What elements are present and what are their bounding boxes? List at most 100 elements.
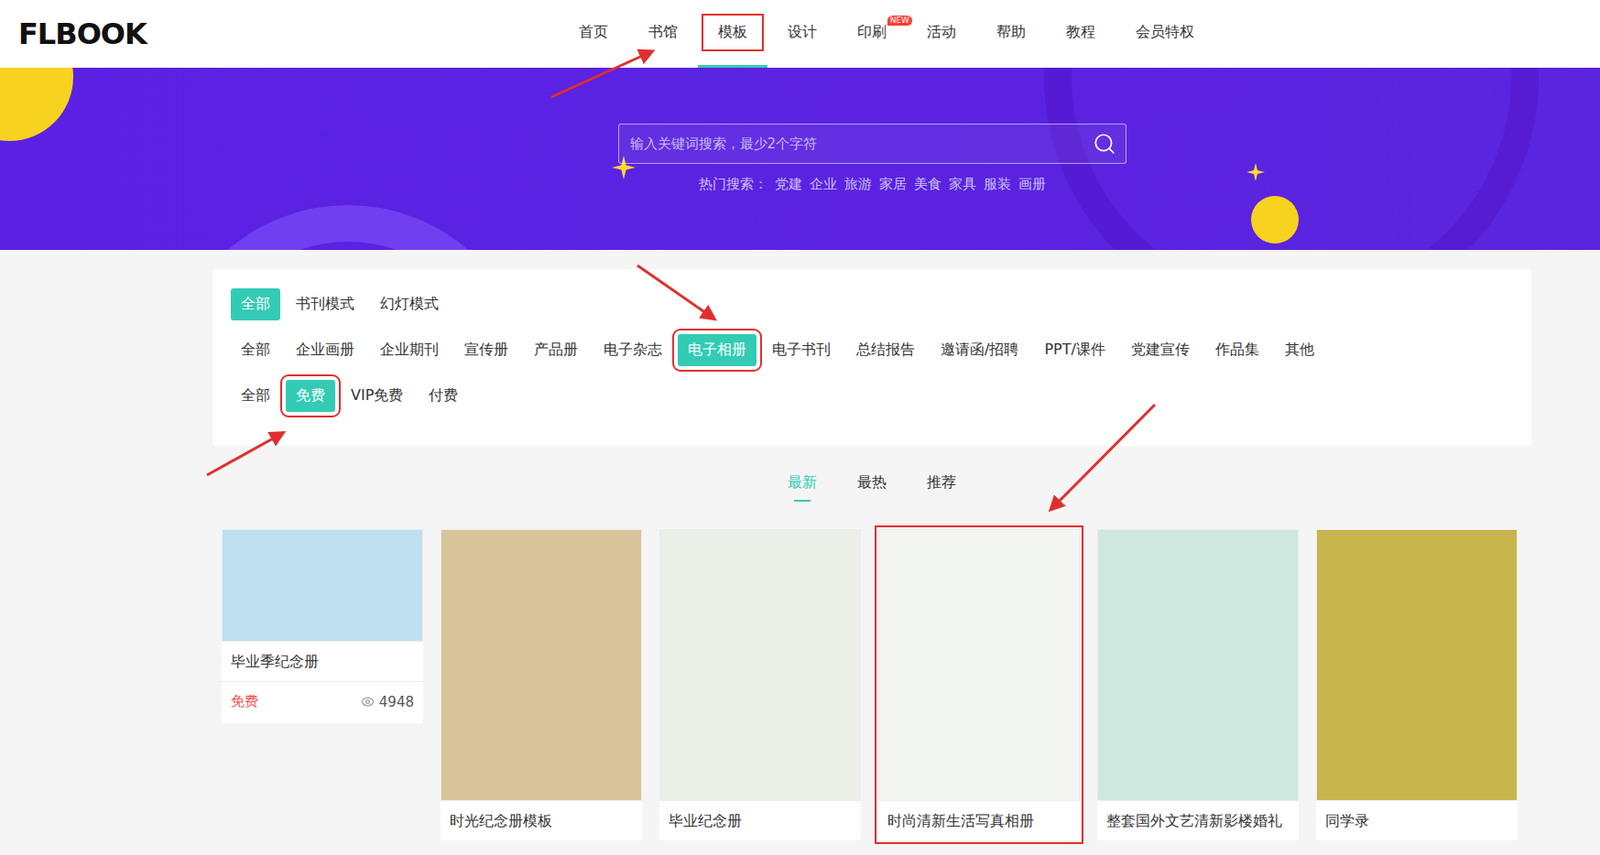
hot-search-link[interactable]: 家居 <box>879 175 907 194</box>
search-icon[interactable] <box>1092 131 1117 156</box>
arrow-icon <box>637 265 713 318</box>
filter-row: 全部免费VIP免费付费 <box>230 374 1513 417</box>
nav-label: 模板 <box>703 15 762 50</box>
hot-search-link[interactable]: 企业 <box>809 175 838 194</box>
template-card[interactable]: 时光纪念册模板 <box>440 529 643 841</box>
nav-label: 首页 <box>564 15 623 50</box>
filter-option[interactable]: 幻灯模式 <box>370 288 449 321</box>
template-title: 时光纪念册模板 <box>440 801 643 841</box>
filter-option[interactable]: 宣传册 <box>454 334 519 367</box>
template-footer: 免费 4948 <box>221 681 424 724</box>
filter-option[interactable]: 党建宣传 <box>1121 334 1200 367</box>
filter-option[interactable]: 付费 <box>418 380 469 413</box>
nav-label: 教程 <box>1051 15 1111 50</box>
arrow-icon <box>1052 404 1155 509</box>
filter-option[interactable]: 免费 <box>285 380 336 413</box>
filter-option[interactable]: 邀请函/招聘 <box>930 334 1029 367</box>
template-card[interactable]: 毕业纪念册 <box>659 529 861 841</box>
template-cover <box>440 529 643 802</box>
filter-option[interactable]: 电子相册 <box>677 334 757 367</box>
nav-item[interactable]: 设计 <box>767 0 838 68</box>
filter-panel: 全部书刊模式幻灯模式全部企业画册企业期刊宣传册产品册电子杂志电子相册电子书刊总结… <box>212 269 1532 447</box>
new-badge: NEW <box>887 15 913 26</box>
page: FLBOOK 首页书馆模板设计印刷NEW 活动帮助教程会员特权热门搜索： 党建企业旅游… <box>0 0 1600 855</box>
sort-tab[interactable]: 推荐 <box>926 473 957 502</box>
filter-option[interactable]: 企业期刊 <box>370 334 449 367</box>
hot-search-link[interactable]: 家具 <box>948 175 977 194</box>
yellow-blob-decoration <box>1251 195 1299 244</box>
template-title: 毕业纪念册 <box>659 801 861 841</box>
filter-option[interactable]: 产品册 <box>523 334 588 367</box>
price-label: 免费 <box>230 693 259 711</box>
banner-content: 热门搜索： 党建企业旅游家居美食家具服装画册 <box>212 67 1532 194</box>
filter-option[interactable]: VIP免费 <box>340 380 414 413</box>
search-input[interactable] <box>628 134 1093 153</box>
nav-item[interactable]: 教程 <box>1045 0 1116 68</box>
filter-option[interactable]: 作品集 <box>1205 334 1270 367</box>
arrow-icon <box>551 52 651 98</box>
template-list: 毕业季纪念册免费 4948 时光纪念册模板毕业纪念册时尚清新生活写真相册整套国外文艺… <box>212 529 1532 841</box>
template-title: 毕业季纪念册 <box>221 642 424 682</box>
arrow-icon <box>206 434 282 476</box>
main-nav: 首页书馆模板设计印刷NEW 活动帮助教程会员特权 <box>558 0 1215 68</box>
hot-search-link[interactable]: 美食 <box>914 175 942 194</box>
header: FLBOOK 首页书馆模板设计印刷NEW 活动帮助教程会员特权 <box>0 0 1600 68</box>
template-card[interactable]: 同学录 <box>1316 529 1518 841</box>
filter-option[interactable]: 书刊模式 <box>285 288 365 321</box>
template-title: 整套国外文艺清新影楼婚礼 <box>1097 801 1299 841</box>
view-count: 4948 <box>360 694 414 711</box>
nav-item[interactable]: 活动 <box>906 0 977 68</box>
hot-search-link[interactable]: 旅游 <box>844 175 872 194</box>
hot-search: 热门搜索： 党建企业旅游家居美食家具服装画册 <box>698 175 1046 194</box>
filter-option[interactable]: 其他 <box>1274 334 1325 367</box>
nav-item[interactable]: 会员特权 <box>1115 0 1215 68</box>
template-title: 时尚清新生活写真相册 <box>878 801 1080 841</box>
filter-option[interactable]: PPT/课件 <box>1034 334 1115 367</box>
nav-item[interactable]: 帮助 <box>976 0 1046 68</box>
nav-item[interactable]: 书馆 <box>628 0 698 68</box>
filter-row: 全部书刊模式幻灯模式 <box>230 282 1513 326</box>
template-cover <box>1097 529 1299 802</box>
sort-tab[interactable]: 最新 <box>787 473 817 502</box>
main: 全部书刊模式幻灯模式全部企业画册企业期刊宣传册产品册电子杂志电子相册电子书刊总结… <box>212 269 1532 841</box>
sort-tabs: 最新 最热 推荐 <box>212 473 1532 502</box>
filter-option[interactable]: 企业画册 <box>285 334 365 367</box>
sort-tab[interactable]: 最热 <box>857 473 887 502</box>
filter-option[interactable]: 电子杂志 <box>593 334 673 367</box>
template-card[interactable]: 时尚清新生活写真相册 <box>878 529 1080 841</box>
nav-item[interactable]: 印刷NEW <box>837 0 907 68</box>
template-title: 同学录 <box>1316 801 1518 841</box>
nav-label: 活动 <box>912 15 971 50</box>
nav-label: 印刷NEW <box>842 15 902 50</box>
nav-item[interactable]: 模板 <box>697 0 768 68</box>
template-cover <box>221 529 424 643</box>
hot-search-label: 热门搜索： <box>698 175 768 194</box>
nav-label: 会员特权 <box>1121 15 1209 50</box>
template-card[interactable]: 毕业季纪念册免费 4948 <box>221 529 424 724</box>
search-box <box>618 123 1127 164</box>
annotation-arrows <box>0 0 1600 855</box>
filter-option[interactable]: 全部 <box>230 334 281 367</box>
filter-option[interactable]: 总结报告 <box>846 334 926 367</box>
filter-option[interactable]: 全部 <box>230 380 281 413</box>
nav-item[interactable]: 首页 <box>558 0 629 68</box>
banner: 热门搜索： 党建企业旅游家居美食家具服装画册 <box>0 67 1600 251</box>
sparkle-icon <box>1246 163 1265 182</box>
hot-search-link[interactable]: 党建 <box>774 175 803 194</box>
logo[interactable]: FLBOOK <box>18 16 147 52</box>
nav-label: 设计 <box>772 15 832 50</box>
nav-label: 书馆 <box>633 15 693 50</box>
filter-option[interactable]: 全部 <box>230 288 281 321</box>
nav-label: 帮助 <box>981 15 1041 50</box>
hot-search-link[interactable]: 服装 <box>983 175 1012 194</box>
template-cover <box>1316 529 1518 802</box>
yellow-circle-decoration <box>0 67 74 142</box>
template-cover <box>878 529 1080 802</box>
template-card[interactable]: 整套国外文艺清新影楼婚礼 <box>1097 529 1299 841</box>
filter-option[interactable]: 电子书刊 <box>761 334 841 367</box>
eye-icon <box>360 695 375 709</box>
ring-decoration <box>164 205 532 251</box>
template-cover <box>659 529 861 802</box>
hot-search-link[interactable]: 画册 <box>1018 175 1046 194</box>
filter-row: 全部企业画册企业期刊宣传册产品册电子杂志电子相册电子书刊总结报告邀请函/招聘PP… <box>230 328 1513 371</box>
